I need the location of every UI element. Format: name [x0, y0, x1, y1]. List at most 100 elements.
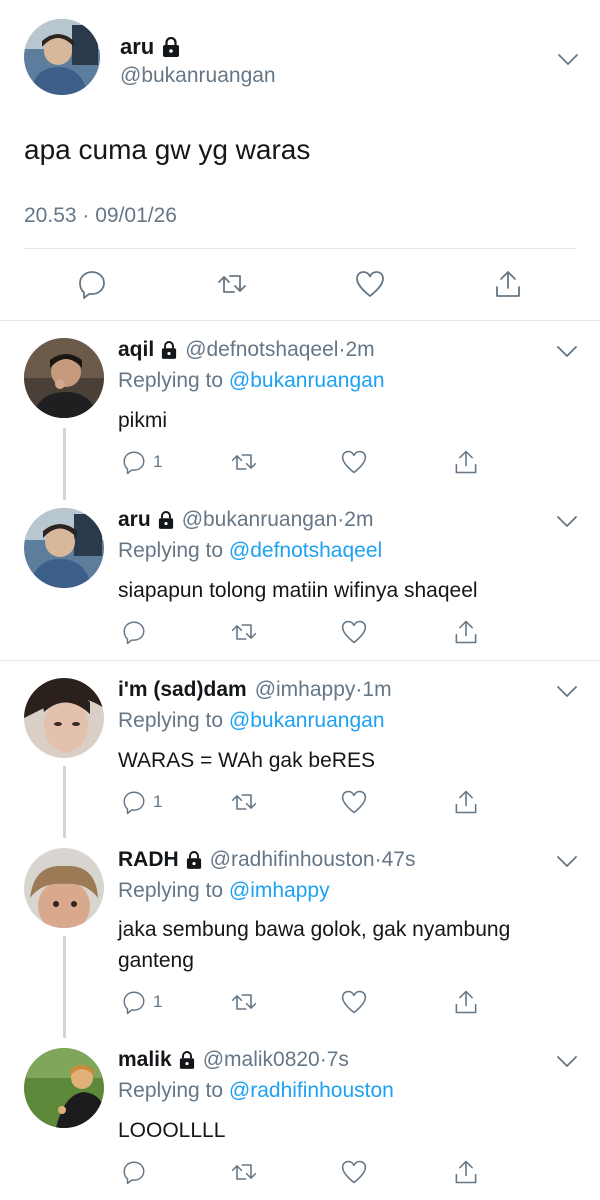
reply-tweet: aqil @defnotshaqeel · 2m Replying to @bu…: [0, 338, 600, 488]
chevron-down-icon[interactable]: [556, 515, 578, 529]
avatar[interactable]: [24, 338, 104, 418]
retweet-icon[interactable]: [216, 268, 248, 300]
share-button[interactable]: [452, 617, 480, 647]
separator-dot: ·: [319, 1048, 327, 1071]
separator-dot: ·: [337, 508, 345, 531]
author-handle[interactable]: @imhappy: [255, 678, 356, 702]
tweet-text: apa cuma gw yg waras: [24, 134, 311, 165]
replying-label: Replying to: [118, 709, 224, 732]
reply-count: 1: [153, 792, 163, 811]
retweet-button[interactable]: [230, 617, 258, 647]
reply-button[interactable]: 1: [121, 447, 162, 477]
author-name[interactable]: RADH: [118, 848, 179, 872]
mention-link[interactable]: @radhifinhouston: [229, 1079, 394, 1102]
like-icon: [341, 620, 367, 644]
author-name[interactable]: malik: [118, 1048, 172, 1072]
tweet-timestamp[interactable]: 20.53 · 09/01/26: [24, 204, 177, 228]
reply-text: siapapun tolong matiin wifinya shaqeel: [118, 579, 478, 602]
author-name-text[interactable]: aru: [120, 34, 154, 60]
chevron-down-icon[interactable]: [556, 1055, 578, 1069]
reply-text: WARAS = WAh gak beRES: [118, 749, 375, 772]
reply-tweet: malik @malik0820 · 7s Replying to @radhi…: [0, 1048, 600, 1198]
replying-label: Replying to: [118, 369, 224, 392]
reply-actions: [0, 1157, 600, 1187]
reply-icon: [123, 991, 145, 1015]
like-icon: [341, 990, 367, 1014]
share-icon: [455, 990, 477, 1014]
like-button[interactable]: [340, 1157, 368, 1187]
replying-to: Replying to @radhifinhouston: [118, 1079, 394, 1103]
divider: [24, 248, 576, 249]
replying-label: Replying to: [118, 879, 224, 902]
separator-dot: ·: [338, 338, 346, 361]
share-button[interactable]: [452, 1157, 480, 1187]
reply-button[interactable]: 1: [121, 987, 162, 1017]
reply-button[interactable]: [121, 617, 147, 647]
retweet-button[interactable]: [230, 447, 258, 477]
retweet-button[interactable]: [230, 1157, 258, 1187]
mention-link[interactable]: @bukanruangan: [229, 709, 385, 732]
avatar[interactable]: [24, 19, 100, 95]
like-button[interactable]: [340, 447, 368, 477]
author-handle[interactable]: @radhifinhouston: [210, 848, 375, 872]
reply-actions: 1: [0, 987, 600, 1017]
section-divider: [0, 320, 600, 321]
avatar[interactable]: [24, 848, 104, 928]
like-button[interactable]: [340, 617, 368, 647]
like-button[interactable]: [340, 787, 368, 817]
reply-icon: [123, 621, 145, 645]
author-handle[interactable]: @malik0820: [203, 1048, 320, 1072]
replying-to: Replying to @imhappy: [118, 879, 330, 903]
author-handle[interactable]: @bukanruangan: [120, 64, 276, 88]
chevron-down-icon[interactable]: [556, 855, 578, 869]
author-name[interactable]: aru: [120, 34, 180, 60]
replying-to: Replying to @bukanruangan: [118, 709, 385, 733]
avatar[interactable]: [24, 508, 104, 588]
reply-text: jaka sembung bawa golok, gak nyambung ga…: [118, 918, 511, 972]
separator-dot: ·: [374, 848, 382, 871]
reply-icon[interactable]: [76, 268, 108, 300]
reply-timestamp[interactable]: 2m: [344, 508, 373, 532]
replying-label: Replying to: [118, 539, 224, 562]
share-button[interactable]: [452, 447, 480, 477]
share-icon: [455, 620, 477, 644]
author-name[interactable]: aqil: [118, 338, 154, 362]
reply-icon: [123, 451, 145, 475]
chevron-down-icon[interactable]: [556, 345, 578, 359]
reply-icon: [123, 791, 145, 815]
chevron-down-icon[interactable]: [557, 53, 579, 67]
reply-actions: 1: [0, 447, 600, 477]
author-name[interactable]: i'm (sad)dam: [118, 678, 247, 702]
avatar[interactable]: [24, 1048, 104, 1128]
reply-timestamp[interactable]: 2m: [345, 338, 374, 362]
lock-icon: [163, 37, 180, 57]
like-icon: [341, 1160, 367, 1184]
author-name[interactable]: aru: [118, 508, 151, 532]
retweet-button[interactable]: [230, 787, 258, 817]
lock-icon: [179, 1051, 194, 1069]
share-icon[interactable]: [492, 268, 524, 300]
retweet-button[interactable]: [230, 987, 258, 1017]
reply-timestamp[interactable]: 7s: [327, 1048, 349, 1072]
reply-button[interactable]: [121, 1157, 147, 1187]
reply-timestamp[interactable]: 1m: [362, 678, 391, 702]
like-button[interactable]: [340, 987, 368, 1017]
mention-link[interactable]: @bukanruangan: [229, 369, 385, 392]
chevron-down-icon[interactable]: [556, 685, 578, 699]
reply-header: i'm (sad)dam @imhappy · 1m: [118, 678, 392, 702]
like-icon[interactable]: [354, 268, 386, 300]
avatar[interactable]: [24, 678, 104, 758]
mention-link[interactable]: @imhappy: [229, 879, 330, 902]
reply-text: pikmi: [118, 409, 168, 432]
share-button[interactable]: [452, 787, 480, 817]
share-button[interactable]: [452, 987, 480, 1017]
like-icon: [341, 790, 367, 814]
retweet-icon: [231, 794, 257, 810]
author-handle[interactable]: @bukanruangan: [182, 508, 338, 532]
retweet-icon: [231, 624, 257, 640]
author-handle[interactable]: @defnotshaqeel: [185, 338, 338, 362]
reply-count: 1: [153, 992, 163, 1011]
reply-timestamp[interactable]: 47s: [382, 848, 416, 872]
reply-button[interactable]: 1: [121, 787, 162, 817]
mention-link[interactable]: @defnotshaqeel: [229, 539, 382, 562]
